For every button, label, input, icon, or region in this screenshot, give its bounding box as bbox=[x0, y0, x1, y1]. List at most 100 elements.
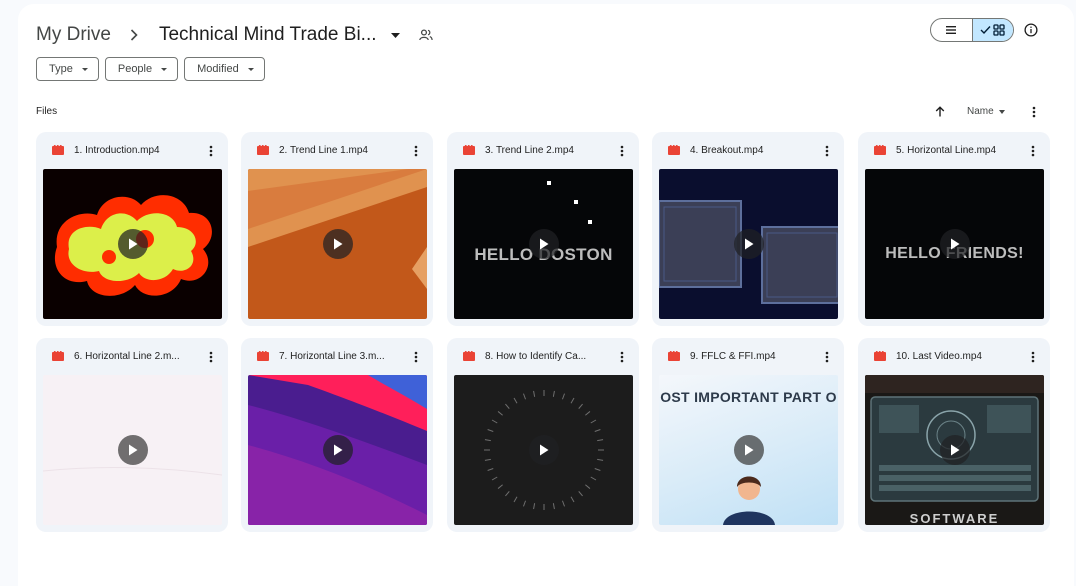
file-more-options-icon[interactable] bbox=[411, 144, 421, 158]
file-card[interactable]: 8. How to Identify Ca... bbox=[447, 338, 639, 532]
file-card[interactable]: 2. Trend Line 1.mp4 bbox=[241, 132, 433, 326]
dial-tick bbox=[597, 439, 604, 442]
video-file-icon bbox=[257, 145, 269, 155]
video-file-icon bbox=[874, 145, 886, 155]
file-name: 5. Horizontal Line.mp4 bbox=[896, 144, 997, 156]
dial-tick bbox=[561, 500, 565, 507]
info-icon[interactable] bbox=[1022, 21, 1040, 39]
play-icon bbox=[529, 229, 559, 259]
sort-by-name-button[interactable]: Name bbox=[967, 106, 1005, 117]
file-card[interactable]: 10. Last Video.mp4 SOFTWARE bbox=[858, 338, 1050, 532]
file-name: 3. Trend Line 2.mp4 bbox=[485, 144, 574, 156]
video-thumbnail[interactable]: HELLO DOSTON bbox=[454, 169, 633, 319]
video-thumbnail[interactable] bbox=[659, 169, 838, 319]
play-icon bbox=[734, 435, 764, 465]
video-thumbnail[interactable]: SOFTWARE bbox=[865, 375, 1044, 525]
dial-tick bbox=[513, 397, 518, 404]
video-thumbnail[interactable] bbox=[43, 169, 222, 319]
file-more-options-icon[interactable] bbox=[411, 350, 421, 364]
file-card[interactable]: 4. Breakout.mp4 bbox=[652, 132, 844, 326]
dial-tick bbox=[578, 403, 583, 409]
filter-type-chip[interactable]: Type bbox=[36, 57, 99, 81]
sort-label: Name bbox=[967, 106, 994, 117]
file-card-header: 4. Breakout.mp4 bbox=[652, 132, 844, 168]
video-file-icon bbox=[52, 351, 64, 361]
dial-tick bbox=[487, 467, 494, 471]
dial-tick bbox=[484, 439, 491, 442]
file-card[interactable]: 6. Horizontal Line 2.m... bbox=[36, 338, 228, 532]
dial-tick bbox=[523, 500, 527, 507]
caret-down-icon[interactable] bbox=[390, 30, 401, 40]
file-card[interactable]: 1. Introduction.mp4 bbox=[36, 132, 228, 326]
video-thumbnail[interactable] bbox=[248, 169, 427, 319]
file-more-options-icon[interactable] bbox=[617, 350, 627, 364]
file-card[interactable]: 7. Horizontal Line 3.m... bbox=[241, 338, 433, 532]
grid-view-button[interactable] bbox=[971, 19, 1013, 41]
more-options-icon[interactable] bbox=[1028, 105, 1040, 119]
file-name: 4. Breakout.mp4 bbox=[690, 144, 764, 156]
file-more-options-icon[interactable] bbox=[206, 144, 216, 158]
file-more-options-icon[interactable] bbox=[1028, 144, 1038, 158]
file-card-header: 6. Horizontal Line 2.m... bbox=[36, 338, 228, 374]
file-more-options-icon[interactable] bbox=[822, 144, 832, 158]
dial-tick bbox=[590, 419, 597, 424]
dial-tick bbox=[570, 496, 575, 503]
chip-label: People bbox=[117, 63, 153, 75]
video-file-icon bbox=[52, 145, 64, 155]
file-card[interactable]: 3. Trend Line 2.mp4 HELLO DOSTON bbox=[447, 132, 639, 326]
file-name: 6. Horizontal Line 2.m... bbox=[74, 350, 180, 362]
video-file-icon bbox=[463, 351, 475, 361]
caret-down-icon bbox=[998, 109, 1005, 114]
file-card-header: 1. Introduction.mp4 bbox=[36, 132, 228, 168]
play-icon bbox=[323, 229, 353, 259]
video-thumbnail[interactable]: OST IMPORTANT PART O bbox=[659, 375, 838, 525]
caret-down-icon bbox=[247, 67, 254, 71]
breadcrumb-my-drive[interactable]: My Drive bbox=[36, 24, 111, 46]
file-more-options-icon[interactable] bbox=[617, 144, 627, 158]
dial-tick bbox=[570, 397, 575, 404]
file-more-options-icon[interactable] bbox=[822, 350, 832, 364]
sort-direction-icon[interactable] bbox=[933, 104, 947, 118]
filter-modified-chip[interactable]: Modified bbox=[184, 57, 265, 81]
file-more-options-icon[interactable] bbox=[206, 350, 216, 364]
file-more-options-icon[interactable] bbox=[1028, 350, 1038, 364]
video-thumbnail[interactable] bbox=[43, 375, 222, 525]
file-name: 7. Horizontal Line 3.m... bbox=[279, 350, 385, 362]
dial-tick bbox=[585, 484, 591, 489]
file-card[interactable]: 5. Horizontal Line.mp4 HELLO FRIENDS! bbox=[858, 132, 1050, 326]
shared-people-icon[interactable] bbox=[418, 27, 435, 43]
filter-chips: Type People Modified bbox=[36, 57, 265, 81]
play-icon bbox=[118, 435, 148, 465]
video-file-icon bbox=[463, 145, 475, 155]
dial-tick bbox=[487, 429, 494, 433]
file-card-header: 2. Trend Line 1.mp4 bbox=[241, 132, 433, 168]
file-card-header: 3. Trend Line 2.mp4 bbox=[447, 132, 639, 168]
play-icon bbox=[940, 229, 970, 259]
play-icon bbox=[118, 229, 148, 259]
file-card-header: 5. Horizontal Line.mp4 bbox=[858, 132, 1050, 168]
caret-down-icon bbox=[81, 67, 88, 71]
video-thumbnail[interactable] bbox=[248, 375, 427, 525]
play-icon bbox=[323, 435, 353, 465]
dial-tick bbox=[497, 484, 503, 489]
video-thumbnail[interactable]: HELLO FRIENDS! bbox=[865, 169, 1044, 319]
dial-tick bbox=[491, 419, 498, 424]
file-card-header: 8. How to Identify Ca... bbox=[447, 338, 639, 374]
dial-tick bbox=[533, 503, 536, 510]
breadcrumb-current-folder[interactable]: Technical Mind Trade Bi... bbox=[159, 24, 377, 46]
file-card-header: 10. Last Video.mp4 bbox=[858, 338, 1050, 374]
list-view-button[interactable] bbox=[931, 19, 972, 41]
caret-down-icon bbox=[161, 67, 168, 71]
play-icon bbox=[529, 435, 559, 465]
dial-tick bbox=[594, 467, 601, 471]
dial-tick bbox=[505, 403, 510, 409]
dial-tick bbox=[497, 411, 503, 416]
dial-tick bbox=[594, 429, 601, 433]
file-card[interactable]: 9. FFLC & FFI.mp4 OST IMPORTANT PART O bbox=[652, 338, 844, 532]
video-thumbnail[interactable] bbox=[454, 375, 633, 525]
video-file-icon bbox=[257, 351, 269, 361]
filter-people-chip[interactable]: People bbox=[104, 57, 179, 81]
breadcrumb: My Drive Technical Mind Trade Bi... bbox=[36, 20, 435, 50]
file-card-header: 9. FFLC & FFI.mp4 bbox=[652, 338, 844, 374]
file-name: 2. Trend Line 1.mp4 bbox=[279, 144, 368, 156]
